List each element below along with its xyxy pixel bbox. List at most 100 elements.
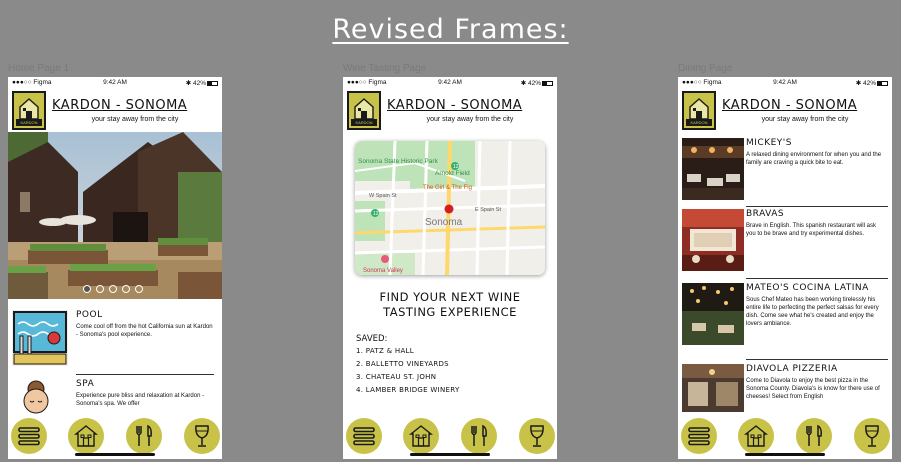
tab-wine[interactable] (854, 418, 890, 454)
carousel-dots (83, 285, 143, 293)
item-desc: Experience pure bliss and relaxation at … (76, 393, 205, 407)
dining-icon (806, 424, 822, 446)
home-indicator (410, 453, 490, 456)
saved-item[interactable]: 1. PATZ & HALL (356, 345, 460, 358)
status-bar: ●●●○○ Figma 9:42 AM ✱ 42% (8, 77, 222, 89)
carousel-dot[interactable] (109, 285, 117, 293)
battery: ✱ 42% (186, 79, 218, 87)
dining-icon (136, 424, 152, 446)
tab-bar (678, 415, 892, 459)
list-item-spa[interactable]: SPA Experience pure bliss and relaxation… (12, 379, 218, 419)
tab-home[interactable] (68, 418, 104, 454)
brand-name: KARDON - SONOMA (722, 98, 858, 113)
brand-name: KARDON - SONOMA (387, 98, 523, 113)
wine-heading-line1: FIND YOUR NEXT WINE (379, 290, 521, 304)
battery-icon (877, 81, 888, 86)
status-bar: ●●●○○ Figma 9:42 AM ✱ 42% (343, 77, 557, 89)
app-header: KARDON KARDON - SONOMA your stay away fr… (8, 90, 222, 130)
hero-carousel[interactable] (8, 132, 222, 299)
logo[interactable]: KARDON (682, 91, 716, 130)
home-icon (409, 425, 433, 447)
status-bar: ●●●○○ Figma 9:42 AM ✱ 42% (678, 77, 892, 89)
logo-house-icon (19, 98, 39, 120)
item-title: MICKEY'S (746, 138, 792, 148)
divider (746, 359, 888, 360)
logo-house-icon (354, 98, 374, 120)
logo-house-icon (689, 98, 709, 120)
map-label: 12 (453, 164, 459, 170)
wine-icon (195, 425, 209, 447)
map-label: W Spain St (369, 193, 397, 199)
battery: ✱ 42% (856, 79, 888, 87)
tab-dining[interactable] (796, 418, 832, 454)
saved-item[interactable]: 4. LAMBER BRIDGE WINERY (356, 384, 460, 397)
item-desc: Sous Chef Mateo has been working tireles… (746, 297, 879, 327)
restaurant-photo (682, 283, 744, 345)
item-desc: A relaxed dining environment for when yo… (746, 152, 882, 166)
wine-heading-line2: TASTING EXPERIENCE (383, 305, 517, 319)
map-label: Arnold Field (435, 170, 470, 177)
logo[interactable]: KARDON (347, 91, 381, 130)
frame-label-wine: Wine Tasting Page (343, 63, 427, 74)
map-label: 12 (373, 211, 379, 217)
tab-home[interactable] (403, 418, 439, 454)
tab-wine[interactable] (184, 418, 220, 454)
brand-name: KARDON - SONOMA (52, 98, 188, 113)
restaurant-photo (682, 364, 744, 412)
tab-menu[interactable] (11, 418, 47, 454)
logo-text: KARDON (16, 119, 42, 126)
tab-menu[interactable] (681, 418, 717, 454)
carousel-dot[interactable] (122, 285, 130, 293)
restaurant-item[interactable]: MICKEY'S A relaxed dining environment fo… (682, 138, 888, 203)
item-title: SPA (76, 379, 95, 389)
saved-label: SAVED: (356, 334, 388, 344)
logo[interactable]: KARDON (12, 91, 46, 130)
tab-home[interactable] (738, 418, 774, 454)
home-indicator (75, 453, 155, 456)
tab-menu[interactable] (346, 418, 382, 454)
map-label: Sonoma State Historic Park (358, 158, 439, 165)
item-desc: Come to Diavola to enjoy the best pizza … (746, 378, 880, 400)
tagline: your stay away from the city (426, 116, 514, 123)
frame-label-home: Home Page 1 (8, 63, 70, 74)
frame-label-dining: Dining Page (678, 63, 733, 74)
menu-icon (688, 427, 710, 446)
tab-dining[interactable] (461, 418, 497, 454)
tagline: your stay away from the city (91, 116, 179, 123)
divider (746, 206, 888, 207)
divider (746, 278, 888, 279)
map-label: E Spain St (475, 207, 501, 213)
page-heading: Revised Frames: (332, 14, 569, 45)
carousel-dot[interactable] (96, 285, 104, 293)
map[interactable]: Sonoma State Historic Park Arnold Field … (355, 141, 545, 275)
saved-item[interactable]: 2. BALLETTO VINEYARDS (356, 358, 460, 371)
restaurant-photo (682, 209, 744, 271)
wine-heading: FIND YOUR NEXT WINE TASTING EXPERIENCE (347, 290, 553, 320)
logo-text: KARDON (686, 119, 712, 126)
carousel-dot[interactable] (135, 285, 143, 293)
phone-wine: ●●●○○ Figma 9:42 AM ✱ 42% KARDON KARDON … (343, 77, 557, 459)
item-desc: Come cool off from the hot California su… (76, 324, 213, 338)
restaurant-photo (682, 138, 744, 200)
hero-image (8, 132, 222, 299)
item-title: POOL (76, 310, 103, 320)
list-item-pool[interactable]: POOL Come cool off from the hot Californ… (12, 310, 218, 370)
carousel-dot[interactable] (83, 285, 91, 293)
tab-bar (8, 415, 222, 459)
tab-dining[interactable] (126, 418, 162, 454)
app-header: KARDON KARDON - SONOMA your stay away fr… (343, 90, 557, 130)
restaurant-item[interactable]: DIAVOLA PIZZERIA Come to Diavola to enjo… (682, 364, 888, 412)
map-label: Sonoma Valley (363, 268, 403, 274)
battery-icon (207, 81, 218, 86)
item-desc: Brave in English. This spanish restauran… (746, 223, 876, 237)
menu-icon (353, 427, 375, 446)
restaurant-item[interactable]: BRAVAS Brave in English. This spanish re… (682, 209, 888, 274)
restaurant-item[interactable]: MATEO'S COCINA LATINA Sous Chef Mateo ha… (682, 283, 888, 355)
saved-item[interactable]: 3. CHATEAU ST. JOHN (356, 371, 460, 384)
tab-wine[interactable] (519, 418, 555, 454)
map-label: The Girl & The Fig (423, 185, 472, 191)
phone-dining: ●●●○○ Figma 9:42 AM ✱ 42% KARDON KARDON … (678, 77, 892, 459)
pool-icon (12, 310, 68, 366)
wine-icon (865, 425, 879, 447)
battery: ✱ 42% (521, 79, 553, 87)
